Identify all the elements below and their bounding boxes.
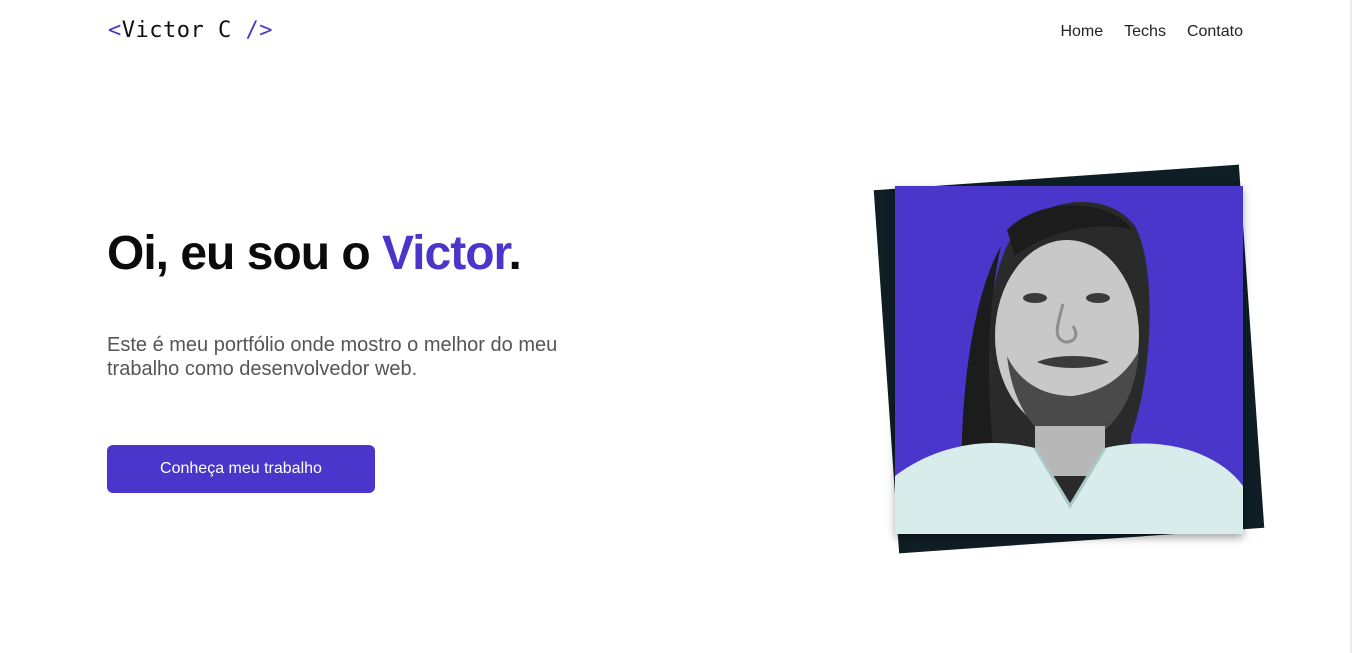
portrait-illustration <box>895 201 1243 534</box>
main-nav: Home Techs Contato <box>1060 23 1243 41</box>
hero-title-name: Victor <box>382 227 510 280</box>
hero-description: Este é meu portfólio onde mostro o melho… <box>107 334 558 380</box>
nav-link-contato[interactable]: Contato <box>1187 23 1243 41</box>
hero-title-suffix: . <box>508 227 522 280</box>
cta-button[interactable]: Conheça meu trabalho <box>107 445 375 493</box>
site-header: <Victor C /> Home Techs Contato <box>107 16 1243 48</box>
hero-title-prefix: Oi, eu sou o <box>107 227 383 280</box>
nav-link-home[interactable]: Home <box>1060 23 1103 41</box>
profile-photo <box>895 186 1243 534</box>
logo-name: Victor C <box>121 18 232 43</box>
logo-bracket-close: /> <box>231 18 273 43</box>
nav-link-techs[interactable]: Techs <box>1124 23 1166 41</box>
hero-title: Oi, eu sou o Victor. <box>107 226 522 281</box>
portfolio-page: <Victor C /> Home Techs Contato Oi, eu s… <box>0 0 1352 653</box>
logo[interactable]: <Victor C /> <box>108 18 273 43</box>
logo-bracket-open: < <box>108 18 122 43</box>
